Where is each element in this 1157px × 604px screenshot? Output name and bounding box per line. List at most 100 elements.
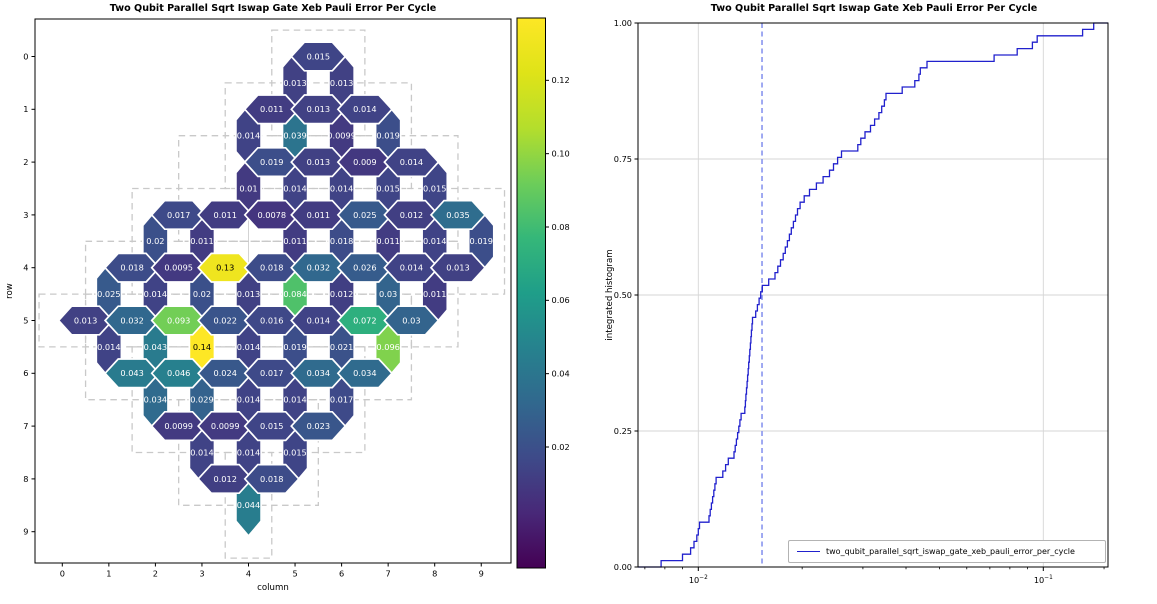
svg-text:4: 4: [246, 569, 251, 579]
cdf-title: Two Qubit Parallel Sqrt Iswap Gate Xeb P…: [640, 3, 1108, 14]
svg-text:0.12: 0.12: [552, 75, 570, 85]
svg-text:0.029: 0.029: [190, 395, 213, 405]
svg-text:0: 0: [60, 569, 65, 579]
svg-text:0.25: 0.25: [614, 426, 632, 436]
svg-text:0.03: 0.03: [402, 315, 420, 325]
svg-text:0.014: 0.014: [353, 104, 376, 114]
heatmap-cell: 0.018: [245, 465, 299, 494]
svg-text:0.016: 0.016: [260, 315, 283, 325]
svg-text:0.011: 0.011: [260, 104, 283, 114]
svg-text:0.013: 0.013: [237, 289, 260, 299]
svg-text:3: 3: [23, 210, 28, 220]
svg-text:6: 6: [23, 368, 28, 378]
legend-line-sample: [797, 551, 820, 552]
svg-text:0.039: 0.039: [283, 131, 306, 141]
svg-text:0.015: 0.015: [376, 183, 399, 193]
svg-text:0.025: 0.025: [97, 289, 120, 299]
svg-text:0.02: 0.02: [146, 236, 164, 246]
svg-text:0.084: 0.084: [283, 289, 306, 299]
svg-text:0.046: 0.046: [167, 368, 190, 378]
svg-text:0.015: 0.015: [260, 421, 283, 431]
svg-text:6: 6: [339, 569, 344, 579]
svg-text:0.03: 0.03: [379, 289, 397, 299]
svg-text:0.017: 0.017: [167, 210, 190, 220]
svg-text:1: 1: [23, 104, 28, 114]
svg-text:3: 3: [199, 569, 204, 579]
svg-text:0.017: 0.017: [260, 368, 283, 378]
svg-text:0.014: 0.014: [423, 236, 446, 246]
svg-text:0.13: 0.13: [216, 263, 234, 273]
svg-text:5: 5: [292, 569, 297, 579]
svg-text:0.00: 0.00: [614, 562, 632, 572]
svg-text:0.01: 0.01: [239, 183, 257, 193]
svg-text:0.013: 0.013: [283, 78, 306, 88]
svg-text:0.014: 0.014: [283, 183, 306, 193]
svg-text:0.012: 0.012: [330, 289, 353, 299]
svg-text:1: 1: [106, 569, 111, 579]
svg-text:0.014: 0.014: [237, 131, 260, 141]
svg-text:0.06: 0.06: [552, 295, 570, 305]
svg-text:0.02: 0.02: [552, 442, 570, 452]
svg-text:5: 5: [23, 315, 28, 325]
svg-text:0.034: 0.034: [307, 368, 330, 378]
svg-text:8: 8: [432, 569, 437, 579]
svg-text:0.75: 0.75: [614, 154, 632, 164]
svg-text:0.043: 0.043: [144, 342, 167, 352]
svg-text:0.018: 0.018: [260, 263, 283, 273]
heatmap-axes: 0.0130.0130.0140.0390.00990.0190.010.014…: [0, 0, 595, 604]
heatmap-cell: 0.03: [384, 306, 438, 335]
svg-text:0.044: 0.044: [237, 500, 260, 510]
heatmap-title: Two Qubit Parallel Sqrt Iswap Gate Xeb P…: [35, 3, 511, 14]
heatmap-cell: 0.035: [431, 201, 485, 230]
heatmap-ylabel: row: [5, 269, 15, 313]
legend: two_qubit_parallel_sqrt_iswap_gate_xeb_p…: [788, 540, 1106, 563]
svg-text:0.014: 0.014: [237, 447, 260, 457]
svg-text:0.013: 0.013: [307, 104, 330, 114]
svg-text:0.0099: 0.0099: [327, 131, 356, 141]
svg-text:0.04: 0.04: [552, 369, 570, 379]
svg-text:0.012: 0.012: [213, 474, 236, 484]
svg-text:0.011: 0.011: [190, 236, 213, 246]
svg-text:0.021: 0.021: [330, 342, 353, 352]
svg-text:0.013: 0.013: [330, 78, 353, 88]
svg-text:1.00: 1.00: [614, 18, 632, 28]
heatmap-cells: 0.013 0.013 0.014 0.039 0.0099 0.019 0.01 0.014…: [59, 42, 494, 536]
svg-text:0.012: 0.012: [400, 210, 423, 220]
svg-text:0.026: 0.026: [353, 263, 376, 273]
heatmap-cell: 0.015: [291, 42, 345, 71]
svg-text:0.0095: 0.0095: [164, 263, 193, 273]
svg-text:0.018: 0.018: [260, 474, 283, 484]
svg-text:2: 2: [153, 569, 158, 579]
svg-text:4: 4: [23, 263, 28, 273]
heatmap-cell: 0.023: [291, 412, 345, 441]
svg-text:0.022: 0.022: [213, 315, 236, 325]
svg-text:0.02: 0.02: [193, 289, 211, 299]
svg-text:0.009: 0.009: [353, 157, 376, 167]
svg-text:0.011: 0.011: [423, 289, 446, 299]
svg-text:0.14: 0.14: [193, 342, 211, 352]
svg-text:0.032: 0.032: [120, 315, 143, 325]
svg-text:0.019: 0.019: [260, 157, 283, 167]
svg-text:10−2: 10−2: [689, 575, 708, 585]
svg-text:0.034: 0.034: [353, 368, 376, 378]
svg-text:0.018: 0.018: [330, 236, 353, 246]
svg-text:0.093: 0.093: [167, 315, 190, 325]
svg-text:0.015: 0.015: [423, 183, 446, 193]
svg-text:0.014: 0.014: [400, 263, 423, 273]
svg-text:0.024: 0.024: [213, 368, 236, 378]
svg-text:0.013: 0.013: [307, 157, 330, 167]
svg-text:9: 9: [23, 527, 28, 537]
svg-text:0.014: 0.014: [283, 395, 306, 405]
heatmap-cell: 0.014: [338, 95, 392, 124]
cdf-axes: 0.000.250.500.751.0010−210−1: [595, 0, 1157, 604]
legend-label: two_qubit_parallel_sqrt_iswap_gate_xeb_p…: [826, 547, 1075, 556]
svg-text:0.013: 0.013: [446, 263, 469, 273]
svg-text:0.035: 0.035: [446, 210, 469, 220]
svg-text:0.011: 0.011: [307, 210, 330, 220]
svg-text:0.072: 0.072: [353, 315, 376, 325]
heatmap-cell: 0.034: [338, 359, 392, 388]
svg-text:0.014: 0.014: [307, 315, 330, 325]
cdf-ticks: 0.000.250.500.751.0010−210−1: [614, 18, 1104, 585]
svg-text:0.011: 0.011: [376, 236, 399, 246]
cdf-ylabel: integrated histogram: [605, 231, 615, 359]
